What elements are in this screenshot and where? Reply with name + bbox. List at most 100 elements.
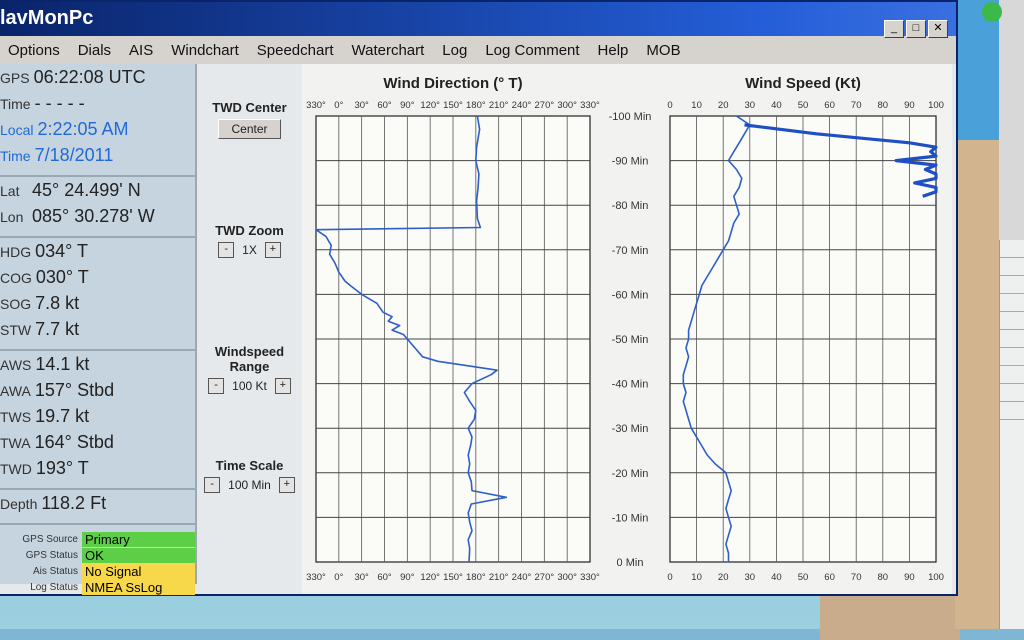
ais-status-row: Ais Status No Signal: [0, 563, 195, 579]
time-scale-minus-button[interactable]: -: [204, 477, 221, 493]
background-table: [999, 240, 1024, 629]
ws-x-tick-bottom: 90: [904, 572, 915, 583]
title-bar[interactable]: lavMonPc _ □ ✕: [0, 2, 956, 38]
menu-log[interactable]: Log: [442, 42, 467, 59]
main-content: GPS 06:22:08 UTC Time - - - - - Local 2:22:…: [0, 64, 956, 595]
twa-row: TWA 164° Stbd: [0, 432, 114, 452]
ws-x-tick-top: 30: [745, 100, 756, 111]
ws-x-tick-bottom: 50: [798, 572, 809, 583]
menu-help[interactable]: Help: [598, 42, 629, 59]
windspeed-range-minus-button[interactable]: -: [208, 378, 225, 394]
menu-windchart[interactable]: Windchart: [171, 42, 239, 59]
log-status-row: Log Status NMEA SsLog: [0, 579, 195, 595]
wd-x-tick-top: 330°: [580, 100, 600, 111]
ws-x-tick-top: 0: [667, 100, 672, 111]
twd-value: 193° T: [35, 458, 89, 478]
ais-status-badge: No Signal: [82, 563, 195, 579]
wd-x-tick-top: 90°: [400, 100, 415, 111]
tws-value: 19.7 kt: [35, 406, 90, 426]
wd-x-tick-bottom: 210°: [489, 572, 509, 583]
wd-x-tick-top: 0°: [334, 100, 343, 111]
time-axis-label: -20 Min: [612, 468, 649, 480]
local-date-row: Time 7/18/2011: [0, 145, 114, 165]
wd-x-tick-top: 180°: [466, 100, 486, 111]
ws-x-tick-bottom: 0: [667, 572, 672, 583]
twd-zoom-minus-button[interactable]: -: [218, 242, 235, 258]
wd-x-tick-bottom: 180°: [466, 572, 486, 583]
ws-chart-title: Wind Speed (Kt): [745, 75, 861, 92]
twd-zoom-plus-button[interactable]: +: [264, 242, 281, 258]
windspeed-range-title: Windspeed Range: [214, 344, 285, 374]
background-window-strip: [955, 0, 1024, 629]
sog-row: SOG 7.8 kt: [0, 293, 80, 313]
time-scale-title: Time Scale: [215, 458, 284, 473]
time-axis-label: -50 Min: [612, 334, 649, 346]
time-axis-label: -10 Min: [612, 512, 649, 524]
wd-x-tick-top: 30°: [354, 100, 369, 111]
wd-x-tick-top: 150°: [443, 100, 463, 111]
menu-bar: Options Dials AIS Windchart Speedchart W…: [0, 36, 956, 65]
aws-row: AWS 14.1 kt: [0, 354, 90, 374]
twd-row: TWD 193° T: [0, 458, 89, 478]
gps-source-row: GPS Source Primary: [0, 531, 195, 547]
wd-x-tick-top: 210°: [489, 100, 509, 111]
center-button[interactable]: Center: [218, 119, 281, 139]
twd-center-title: TWD Center: [212, 100, 287, 115]
gps-status-badge: OK: [82, 547, 195, 563]
windspeed-range-plus-button[interactable]: +: [274, 378, 291, 394]
twd-zoom-title: TWD Zoom: [215, 223, 284, 238]
windspeed-range-control: - 100 Kt +: [197, 378, 302, 394]
wd-x-tick-bottom: 0°: [334, 572, 343, 583]
wd-x-tick-bottom: 150°: [443, 572, 463, 583]
windspeed-range-value: 100 Kt: [232, 379, 267, 393]
wd-x-tick-bottom: 240°: [512, 572, 532, 583]
wd-x-tick-bottom: 30°: [354, 572, 369, 583]
time-axis-label: -40 Min: [612, 379, 649, 391]
menu-dials[interactable]: Dials: [78, 42, 111, 59]
wd-x-tick-top: 120°: [420, 100, 440, 111]
time-scale-plus-button[interactable]: +: [278, 477, 295, 493]
ws-x-tick-bottom: 80: [878, 572, 889, 583]
menu-ais[interactable]: AIS: [129, 42, 153, 59]
time-group: GPS 06:22:08 UTC Time - - - - - Local 2:22:…: [0, 64, 195, 177]
awa-value: 157° Stbd: [34, 380, 115, 400]
gps-time-value: 06:22:08 UTC: [33, 67, 146, 87]
stw-value: 7.7 kt: [35, 319, 80, 339]
menu-options[interactable]: Options: [8, 42, 60, 59]
menu-waterchart[interactable]: Waterchart: [352, 42, 425, 59]
wd-x-tick-top: 300°: [557, 100, 577, 111]
minimize-button[interactable]: _: [884, 20, 904, 38]
ws-x-tick-top: 50: [798, 100, 809, 111]
twa-value: 164° Stbd: [34, 432, 114, 452]
wd-x-tick-bottom: 270°: [535, 572, 555, 583]
menu-speedchart[interactable]: Speedchart: [257, 42, 334, 59]
wind-charts-svg: Wind Direction (° T) 330° 330° 0° 0° 30° 30° 60…: [306, 75, 944, 583]
log-status-badge: NMEA SsLog: [82, 579, 195, 595]
ws-x-tick-top: 100: [928, 100, 944, 111]
ws-x-tick-top: 10: [691, 100, 702, 111]
close-button[interactable]: ✕: [928, 20, 948, 38]
depth-group: Depth 118.2 Ft: [0, 490, 195, 525]
ws-x-tick-top: 40: [771, 100, 782, 111]
ws-x-tick-bottom: 40: [771, 572, 782, 583]
time-scale-value: 100 Min: [228, 478, 271, 492]
lon-row: Lon 085° 30.278' W: [0, 206, 155, 226]
gps-time-row: GPS 06:22:08 UTC: [0, 67, 146, 87]
hdg-row: HDG 034° T: [0, 241, 89, 261]
menu-mob[interactable]: MOB: [646, 42, 680, 59]
time-axis-label: -70 Min: [612, 245, 649, 257]
ws-x-tick-bottom: 10: [691, 572, 702, 583]
ws-x-tick-top: 80: [878, 100, 889, 111]
wd-x-tick-top: 270°: [535, 100, 555, 111]
aws-value: 14.1 kt: [35, 354, 90, 374]
ws-x-tick-bottom: 30: [745, 572, 756, 583]
wd-x-tick-top: 60°: [377, 100, 392, 111]
time-axis-label: 0 Min: [617, 557, 644, 569]
twd-zoom-control: - 1X +: [197, 242, 302, 258]
hdg-value: 034° T: [35, 241, 89, 261]
menu-log-comment[interactable]: Log Comment: [485, 42, 579, 59]
wind-group: AWS 14.1 kt AWA 157° Stbd TWS 19.7 kt TWA 16…: [0, 351, 195, 490]
tws-row: TWS 19.7 kt: [0, 406, 90, 426]
status-light-icon: [982, 2, 1002, 22]
maximize-button[interactable]: □: [906, 20, 926, 38]
